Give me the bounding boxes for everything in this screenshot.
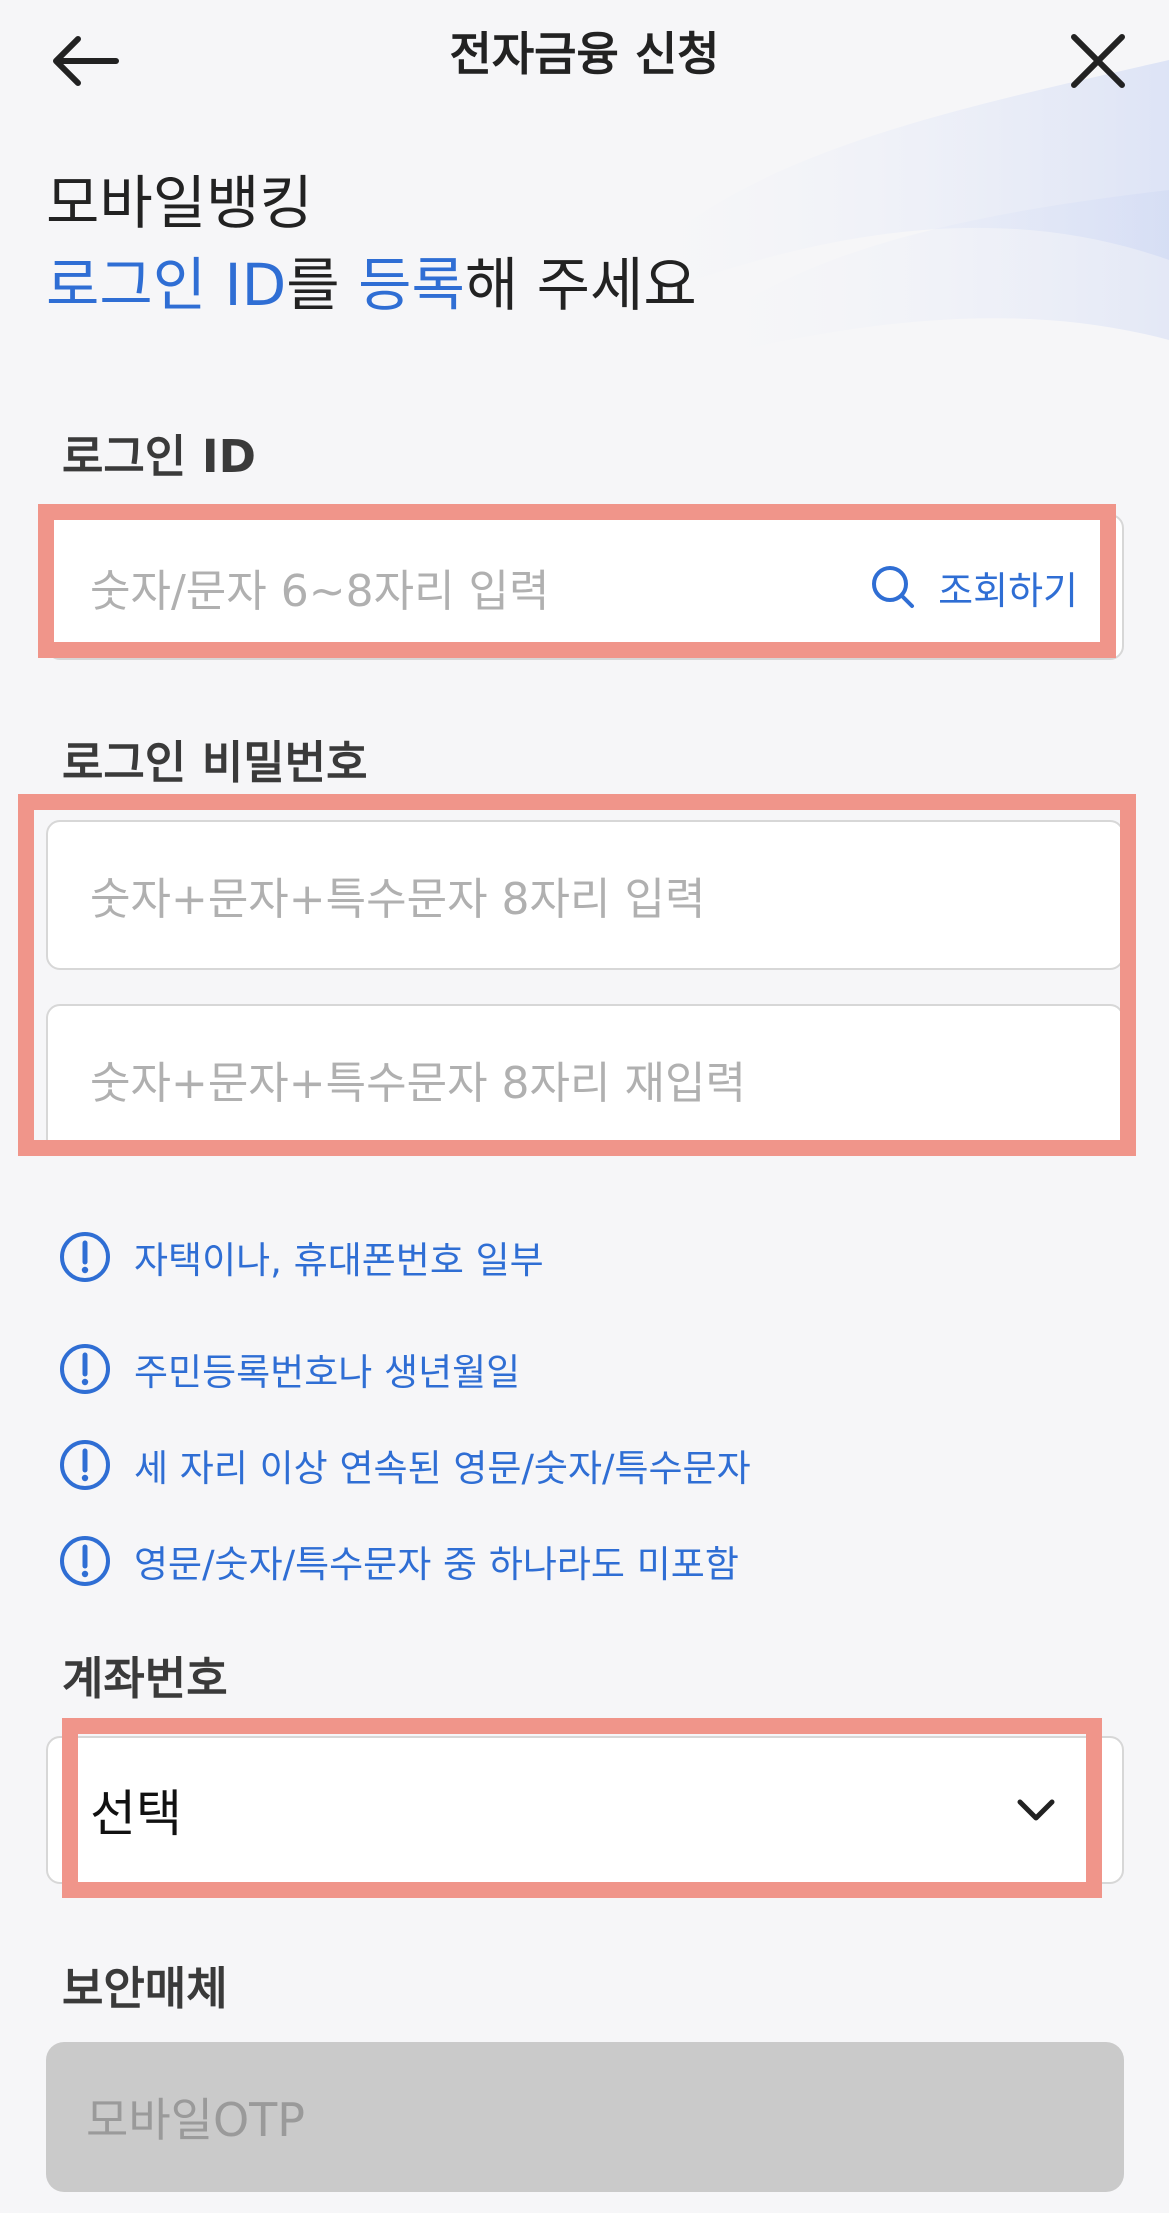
login-id-input[interactable]: 숫자/문자 6~8자리 입력 조회하기 [46,514,1124,660]
exclamation-icon [60,1232,110,1282]
search-icon [872,566,915,608]
chevron-down-icon [1017,1799,1055,1821]
exclamation-icon [60,1440,110,1490]
id-lookup-button[interactable]: 조회하기 [870,516,1078,658]
login-id-label: 로그인 ID [62,430,256,483]
headline: 모바일뱅킹 로그인 ID를 등록해 주세요 [46,162,697,326]
password-input[interactable]: 숫자+문자+특수문자 8자리 입력 [46,820,1124,970]
rule-text: 세 자리 이상 연속된 영문/숫자/특수문자 [134,1447,751,1490]
account-select[interactable]: 선택 [46,1736,1124,1884]
account-label: 계좌번호 [62,1652,228,1705]
id-lookup-label: 조회하기 [938,568,1078,613]
rule-text: 자택이나, 휴대폰번호 일부 [134,1239,544,1282]
account-selected-value: 선택 [90,1785,182,1843]
rule-text: 주민등록번호나 생년월일 [134,1351,521,1394]
security-medium-value: 모바일OTP [86,2093,306,2147]
headline-register: 등록 [358,251,465,319]
headline-suffix: 해 주세요 [464,251,697,319]
headline-login-id: 로그인 ID [46,251,287,319]
headline-particle: 를 [286,251,359,319]
security-label: 보안매체 [62,1962,228,2015]
security-medium-field: 모바일OTP [46,2042,1124,2192]
page-title: 전자금융 신청 [449,27,720,81]
password-label: 로그인 비밀번호 [62,736,368,789]
rule-item: 자택이나, 휴대폰번호 일부 [58,1230,544,1284]
exclamation-icon [60,1344,110,1394]
login-id-placeholder: 숫자/문자 6~8자리 입력 [90,566,550,617]
close-icon [1071,34,1125,88]
headline-line2: 로그인 ID를 등록해 주세요 [46,244,697,326]
close-button[interactable] [1060,26,1136,96]
password-placeholder: 숫자+문자+특수문자 8자리 입력 [90,874,706,925]
password-confirm-placeholder: 숫자+문자+특수문자 8자리 재입력 [90,1058,746,1109]
password-confirm-input[interactable]: 숫자+문자+특수문자 8자리 재입력 [46,1004,1124,1154]
rule-item: 주민등록번호나 생년월일 [58,1342,520,1396]
rule-item: 영문/숫자/특수문자 중 하나라도 미포함 [58,1534,739,1588]
headline-line1: 모바일뱅킹 [46,169,313,237]
exclamation-icon [60,1536,110,1586]
rule-item: 세 자리 이상 연속된 영문/숫자/특수문자 [58,1438,751,1492]
rule-text: 영문/숫자/특수문자 중 하나라도 미포함 [134,1543,739,1586]
